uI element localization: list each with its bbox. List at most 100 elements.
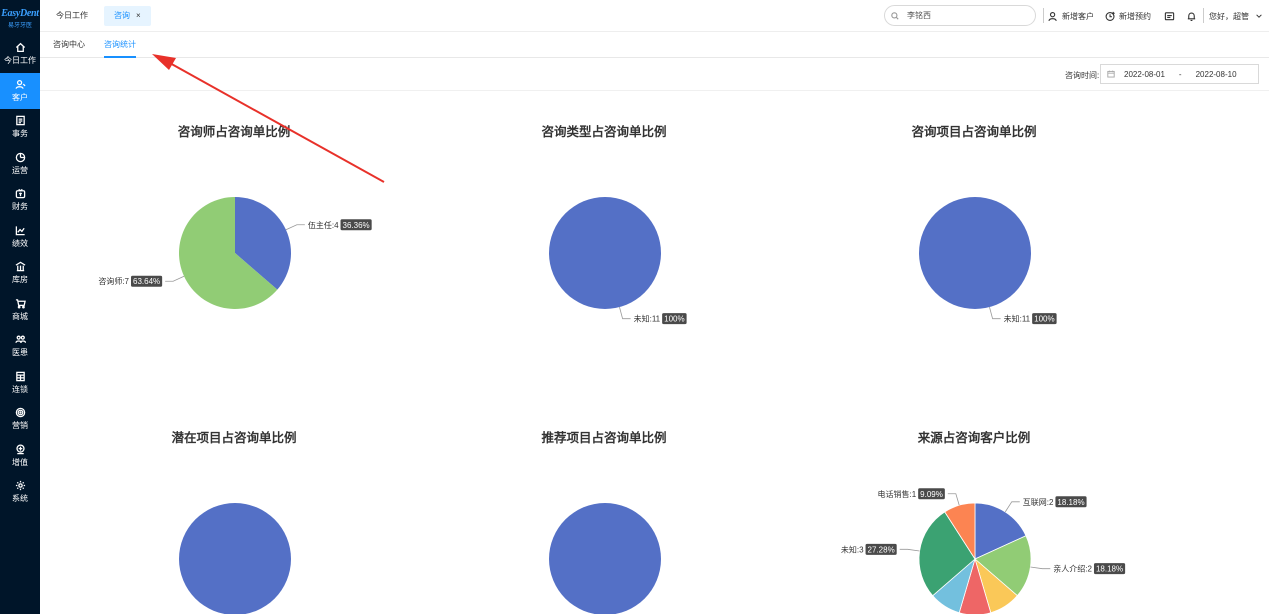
- slice-label-group: 咨询师:7 63.64%: [98, 275, 163, 287]
- cart-icon: [15, 298, 26, 309]
- sidebar-item-today[interactable]: 今日工作: [0, 36, 40, 73]
- user-menu[interactable]: 您好，超管: [1209, 9, 1266, 23]
- doctor-patient-icon: [14, 335, 26, 344]
- slice-percent: 18.18%: [1057, 498, 1084, 507]
- tab-today-work[interactable]: 今日工作: [46, 6, 98, 26]
- slice-label-group: 未知:11 100%: [634, 313, 687, 325]
- chart-title-recommended-project: 推荐项目占咨询单比例: [541, 431, 667, 445]
- task-icon: [15, 115, 25, 126]
- value-added-icon: [15, 444, 25, 455]
- tab-consult-stats[interactable]: 咨询统计: [104, 32, 136, 58]
- pie-slice[interactable]: [179, 503, 291, 614]
- slice-percent: 27.28%: [868, 545, 895, 554]
- slice-percent: 100%: [1034, 315, 1054, 324]
- sidebar-item-affairs[interactable]: 事务: [0, 109, 40, 146]
- slice-label-group: 未知:3 27.28%: [841, 543, 897, 555]
- operation-icon: [15, 152, 25, 163]
- chain-icon: [15, 371, 25, 382]
- sub-tabs: 咨询中心 咨询统计: [40, 32, 1269, 58]
- sidebar-item-warehouse[interactable]: 库房: [0, 255, 40, 292]
- pie-slice[interactable]: [549, 197, 661, 309]
- sidebar-item-finance[interactable]: 财务: [0, 182, 40, 219]
- sidebar-item-operation[interactable]: 运营: [0, 146, 40, 183]
- divider: [1043, 8, 1044, 23]
- app-logo[interactable]: EasyDent 易牙牙医: [0, 0, 40, 36]
- date-separator: -: [1178, 69, 1182, 79]
- pie-chart-consultant: 伍主任:4 36.36% 咨询师:7 63.64%: [98, 197, 372, 309]
- sidebar-item-label: 库房: [12, 275, 28, 285]
- chart-title-potential-project: 潜在项目占咨询单比例: [171, 431, 297, 445]
- slice-label-group: 电话销售:1 9.09%: [877, 488, 945, 500]
- date-end: 2022-08-10: [1195, 69, 1237, 79]
- consult-time-label: 咨询时间:: [1065, 71, 1100, 80]
- logo-text: EasyDent: [1, 7, 39, 19]
- search-value: 李铭西: [907, 11, 931, 20]
- slice-label: 咨询师:7: [98, 276, 129, 286]
- pie-slice[interactable]: [549, 503, 661, 614]
- tab-label: 咨询中心: [53, 40, 85, 49]
- sidebar-item-label: 医患: [12, 348, 28, 358]
- sidebar-item-label: 系统: [12, 494, 28, 504]
- sidebar-item-mall[interactable]: 商城: [0, 292, 40, 329]
- new-appointment-button[interactable]: 新增预约: [1105, 9, 1151, 23]
- sidebar-item-label: 绩效: [12, 238, 28, 248]
- sidebar-item-system[interactable]: 系统: [0, 474, 40, 511]
- message-button[interactable]: [1164, 9, 1178, 23]
- chevron-down-icon: [1256, 14, 1262, 18]
- slice-label: 互联网:2: [1023, 498, 1054, 507]
- chart-title-source: 来源占咨询客户比例: [917, 431, 1031, 445]
- label-leader-line: [947, 493, 960, 506]
- greeting-text: 您好，超管: [1209, 11, 1249, 21]
- sidebar-item-value-added[interactable]: 增值: [0, 438, 40, 475]
- slice-label-group: 伍主任:4 36.36%: [308, 219, 372, 231]
- date-range-picker[interactable]: 2022-08-01 - 2022-08-10: [1100, 64, 1259, 84]
- label-leader-line: [1030, 566, 1051, 570]
- filter-bar: 咨询时间: 2022-08-01 - 2022-08-10: [40, 58, 1269, 91]
- chart-title-consult-type: 咨询类型占咨询单比例: [541, 125, 667, 139]
- tab-consult-center[interactable]: 咨询中心: [53, 32, 85, 58]
- notification-button[interactable]: [1186, 9, 1200, 23]
- chart-title-consultant: 咨询师占咨询单比例: [177, 125, 291, 139]
- tab-consult[interactable]: 咨询 ×: [104, 6, 151, 26]
- new-appointment-label: 新增预约: [1119, 11, 1151, 21]
- search-icon: [891, 11, 899, 20]
- pie-chart-potential-project: [179, 503, 291, 614]
- pie-chart-consult-project: 未知:11 100%: [919, 197, 1057, 325]
- date-start: 2022-08-01: [1124, 69, 1165, 79]
- sidebar-item-label: 连锁: [12, 384, 28, 394]
- performance-icon: [15, 226, 25, 236]
- slice-label-group: 未知:11 100%: [1004, 313, 1057, 325]
- sidebar-item-marketing[interactable]: 营销: [0, 401, 40, 438]
- sidebar-item-customer[interactable]: 客户: [0, 72, 40, 109]
- slice-percent: 9.09%: [920, 490, 943, 499]
- sidebar-item-performance[interactable]: 绩效: [0, 219, 40, 256]
- divider: [1203, 8, 1204, 23]
- tab-label: 咨询: [114, 11, 130, 20]
- calendar-icon: [1107, 70, 1115, 78]
- sidebar-item-label: 客户: [12, 92, 28, 102]
- tab-label: 今日工作: [56, 11, 88, 20]
- new-customer-label: 新增客户: [1062, 11, 1094, 21]
- sidebar-item-label: 财务: [12, 202, 28, 212]
- slice-label: 未知:3: [841, 544, 864, 554]
- home-icon: [15, 43, 25, 53]
- slice-percent: 63.64%: [133, 277, 160, 286]
- add-user-icon: [1048, 11, 1057, 21]
- pie-chart-source: 互联网:2 18.18%亲人介绍:2 18.18%未知:3 27.28%电话销售:1 9…: [841, 488, 1126, 614]
- search-input[interactable]: 李铭西: [884, 5, 1036, 26]
- sidebar-item-doctor-patient[interactable]: 医患: [0, 328, 40, 365]
- slice-percent: 100%: [664, 315, 684, 324]
- pie-chart-recommended-project: [549, 503, 661, 614]
- finance-icon: [15, 189, 25, 199]
- sidebar-item-chain[interactable]: 连锁: [0, 365, 40, 402]
- bell-icon: [1187, 11, 1196, 21]
- pie-chart-consult-type: 未知:11 100%: [549, 197, 687, 325]
- label-leader-line: [619, 306, 631, 320]
- label-leader-line: [165, 275, 185, 282]
- new-customer-button[interactable]: 新增客户: [1048, 9, 1094, 23]
- close-icon[interactable]: ×: [136, 11, 141, 20]
- label-leader-line: [1004, 501, 1020, 513]
- sidebar-item-label: 今日工作: [4, 56, 36, 66]
- slice-percent: 18.18%: [1096, 565, 1123, 574]
- pie-slice[interactable]: [919, 197, 1031, 309]
